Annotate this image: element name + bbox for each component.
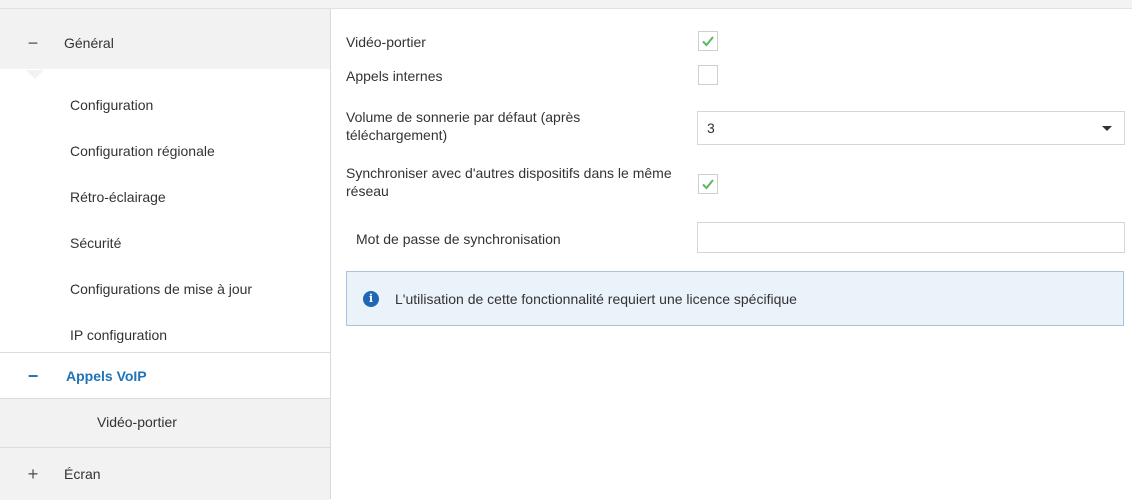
expand-icon[interactable]: + — [26, 464, 40, 485]
sidebar-group-label: Appels VoIP — [66, 368, 147, 384]
check-icon — [702, 179, 714, 190]
group-notch — [26, 70, 44, 79]
info-banner: i L'utilisation de cette fonctionnalité … — [346, 271, 1124, 326]
sidebar-group-ecran[interactable]: + Écran — [0, 448, 330, 500]
sidebar-group-label: Général — [64, 35, 114, 51]
sidebar-item-video-portier[interactable]: Vidéo-portier — [0, 399, 330, 445]
sidebar-item-configuration-regionale[interactable]: Configuration régionale — [0, 128, 330, 174]
info-icon: i — [363, 290, 379, 307]
collapse-icon[interactable]: − — [26, 33, 40, 54]
sidebar-item-label: Sécurité — [70, 235, 122, 251]
sidebar-group-appels-voip[interactable]: − Appels VoIP — [0, 353, 330, 399]
collapse-icon[interactable]: − — [26, 366, 40, 387]
sidebar-item-label: Rétro-éclairage — [70, 189, 166, 205]
sidebar-item-securite[interactable]: Sécurité — [0, 220, 330, 266]
check-icon — [702, 36, 714, 47]
sidebar-group-general[interactable]: − Général — [0, 17, 330, 69]
caret-down-icon — [1102, 126, 1112, 131]
sidebar-item-configuration[interactable]: Configuration — [0, 82, 330, 128]
sidebar-item-label: IP configuration — [70, 327, 168, 343]
sidebar-group-label: Écran — [64, 466, 101, 482]
volume-label: Volume de sonnerie par défaut (après tél… — [346, 109, 581, 143]
sidebar: − Général Configuration Configuration ré… — [0, 9, 331, 500]
appels-internes-label: Appels internes — [346, 68, 443, 84]
sidebar-item-label: Vidéo-portier — [97, 414, 177, 430]
volume-select[interactable]: 3 — [697, 111, 1125, 145]
sidebar-item-label: Configuration — [70, 97, 154, 113]
sidebar-item-mise-a-jour[interactable]: Configurations de mise à jour — [0, 266, 330, 312]
sync-label: Synchroniser avec d'autres dispositifs d… — [346, 165, 672, 199]
top-border — [0, 0, 1132, 9]
sidebar-item-label: Configurations de mise à jour — [70, 281, 253, 297]
sidebar-item-retro-eclairage[interactable]: Rétro-éclairage — [0, 174, 330, 220]
main-panel: Vidéo-portier Appels internes Volume de … — [331, 9, 1132, 499]
appels-internes-checkbox[interactable] — [698, 65, 718, 85]
video-portier-checkbox[interactable] — [698, 31, 718, 51]
sidebar-item-label: Configuration régionale — [70, 143, 215, 159]
info-text: L'utilisation de cette fonctionnalité re… — [395, 290, 797, 307]
volume-value: 3 — [707, 120, 715, 136]
video-portier-label: Vidéo-portier — [346, 34, 426, 50]
password-label: Mot de passe de synchronisation — [356, 231, 561, 247]
sync-checkbox[interactable] — [698, 174, 718, 194]
password-input[interactable] — [697, 222, 1125, 253]
